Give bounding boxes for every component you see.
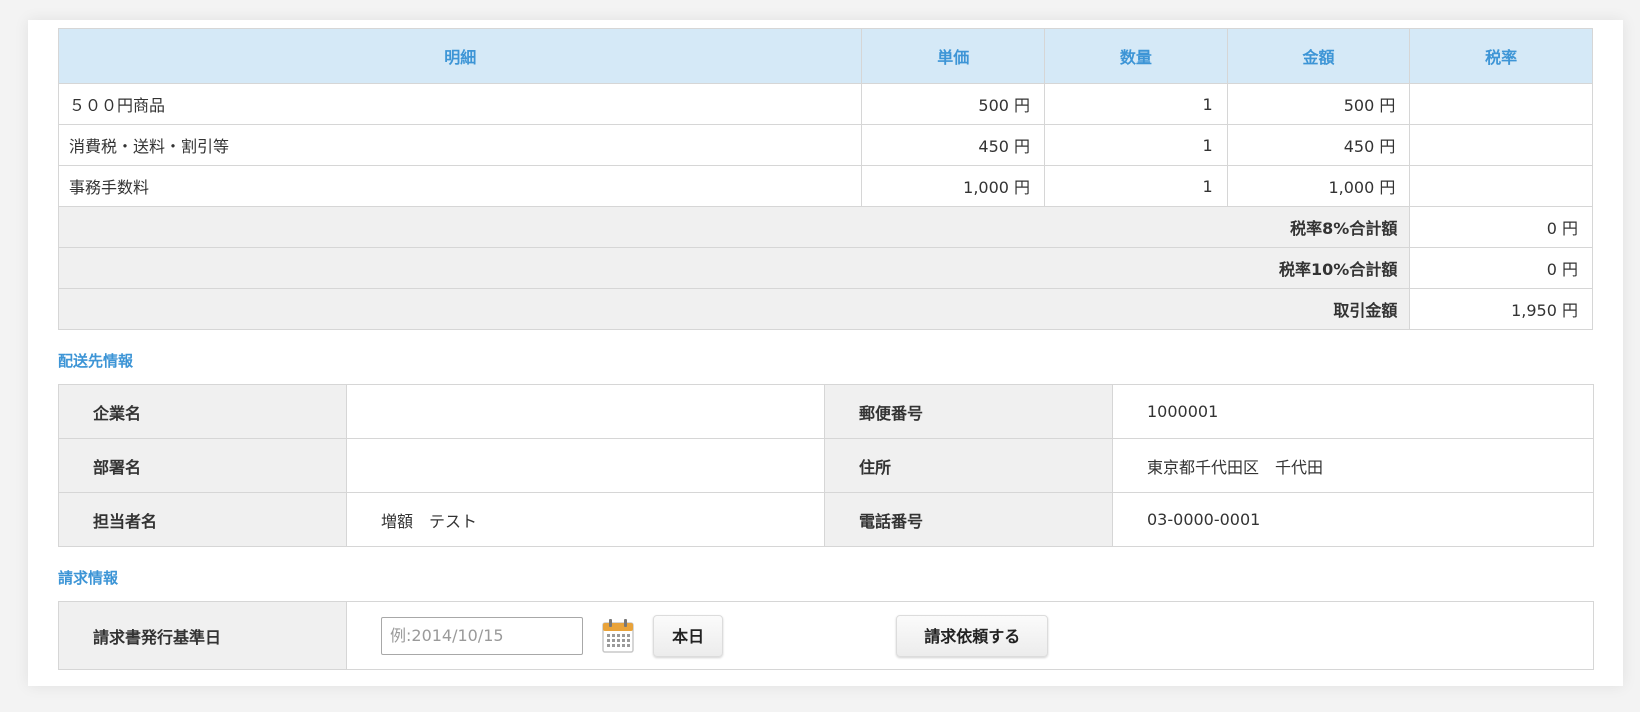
billing-date-label: 請求書発行基準日	[58, 601, 347, 670]
address-value: 東京都千代田区 千代田	[1112, 438, 1594, 493]
row-item: 消費税・送料・割引等	[57, 124, 863, 166]
summary-value: 0 円	[1409, 247, 1593, 289]
billing-row: 請求書発行基準日 例:2014/10/15 本日 請求依頼する	[58, 601, 1594, 670]
billing-section-title: 請求情報	[58, 569, 119, 587]
header-quantity: 数量	[1044, 28, 1228, 84]
row-tax-rate	[1409, 83, 1593, 125]
row-item: ５００円商品	[57, 83, 863, 125]
contact-label: 担当者名	[58, 492, 347, 547]
row-quantity: 1	[1044, 124, 1228, 166]
row-unit-price: 500 円	[861, 83, 1046, 125]
summary-row-tax8: 税率8%合計額 0 円	[57, 206, 1593, 248]
summary-value: 0 円	[1409, 206, 1593, 248]
today-button[interactable]: 本日	[653, 614, 724, 657]
billing-table: 請求書発行基準日 例:2014/10/15 本日 請求依頼する	[58, 601, 1594, 670]
table-row: 消費税・送料・割引等 450 円 1 450 円	[57, 124, 1593, 166]
header-unit-price: 単価	[861, 28, 1046, 84]
summary-row-total: 取引金額 1,950 円	[57, 288, 1593, 330]
billing-date-cell: 本日 請求依頼する	[346, 601, 1594, 670]
invoice-content: 明細 単価 数量 金額 税率 ５００円商品 500 円 1 500 円 消費税・…	[57, 28, 1594, 670]
postal-value: 1000001	[1112, 384, 1594, 439]
row-amount: 500 円	[1226, 83, 1411, 125]
department-value	[346, 438, 825, 493]
header-tax-rate: 税率	[1409, 28, 1593, 84]
header-item: 明細	[57, 28, 863, 84]
phone-label: 電話番号	[824, 492, 1113, 547]
contact-value: 増額 テスト	[346, 492, 825, 547]
row-amount: 1,000 円	[1226, 165, 1411, 207]
summary-label: 税率10%合計額	[57, 247, 1411, 289]
billing-date-input[interactable]	[381, 616, 583, 655]
phone-value: 03-0000-0001	[1112, 492, 1594, 547]
address-label: 住所	[824, 438, 1113, 493]
department-label: 部署名	[58, 438, 347, 493]
row-quantity: 1	[1044, 165, 1228, 207]
company-label: 企業名	[58, 384, 347, 439]
detail-table: 明細 単価 数量 金額 税率 ５００円商品 500 円 1 500 円 消費税・…	[57, 28, 1593, 330]
row-unit-price: 450 円	[861, 124, 1046, 166]
shipping-row: 担当者名 増額 テスト 電話番号 03-0000-0001	[58, 492, 1594, 547]
row-tax-rate	[1409, 165, 1593, 207]
summary-label: 税率8%合計額	[57, 206, 1411, 248]
calendar-icon[interactable]	[600, 617, 636, 655]
row-item: 事務手数料	[57, 165, 863, 207]
row-quantity: 1	[1044, 83, 1228, 125]
table-row: ５００円商品 500 円 1 500 円	[57, 83, 1593, 125]
postal-label: 郵便番号	[824, 384, 1113, 439]
header-amount: 金額	[1226, 28, 1411, 84]
company-value	[346, 384, 825, 439]
shipping-row: 企業名 郵便番号 1000001	[58, 384, 1594, 439]
summary-value: 1,950 円	[1409, 288, 1593, 330]
row-amount: 450 円	[1226, 124, 1411, 166]
request-invoice-button[interactable]: 請求依頼する	[896, 614, 1049, 657]
row-tax-rate	[1409, 124, 1593, 166]
row-unit-price: 1,000 円	[861, 165, 1046, 207]
shipping-table: 企業名 郵便番号 1000001 部署名 住所 東京都千代田区 千代田 担当者名…	[58, 384, 1594, 547]
shipping-row: 部署名 住所 東京都千代田区 千代田	[58, 438, 1594, 493]
table-row: 事務手数料 1,000 円 1 1,000 円	[57, 165, 1593, 207]
detail-header-row: 明細 単価 数量 金額 税率	[57, 28, 1593, 84]
summary-row-tax10: 税率10%合計額 0 円	[57, 247, 1593, 289]
shipping-section-title: 配送先情報	[58, 352, 134, 370]
invoice-card: 明細 単価 数量 金額 税率 ５００円商品 500 円 1 500 円 消費税・…	[28, 20, 1623, 686]
summary-label: 取引金額	[57, 288, 1411, 330]
